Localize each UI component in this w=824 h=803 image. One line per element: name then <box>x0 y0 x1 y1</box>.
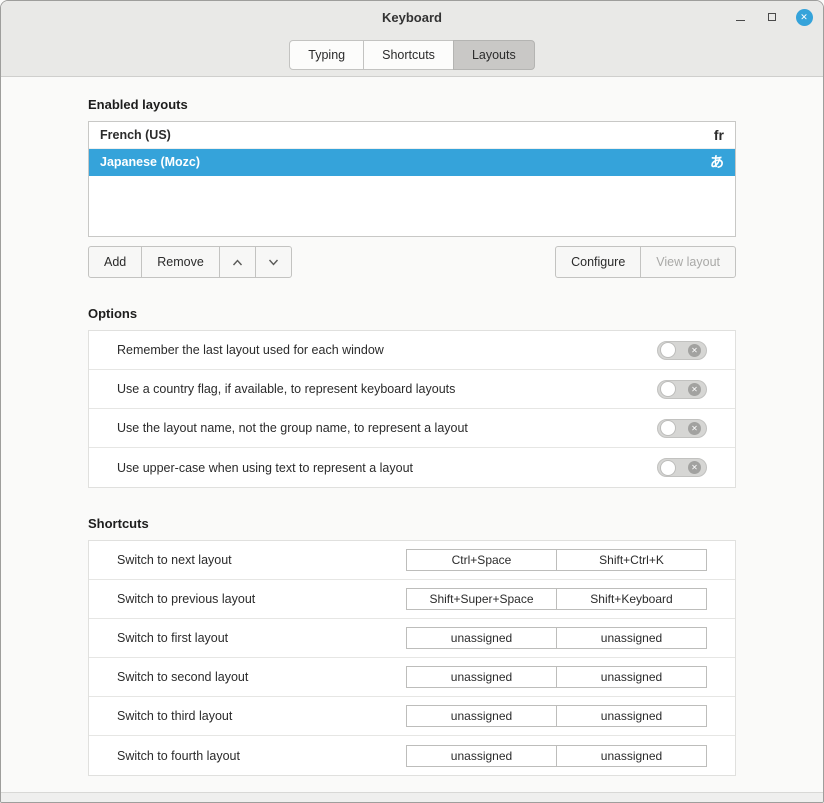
enabled-layouts-heading: Enabled layouts <box>88 97 736 112</box>
toggle-knob <box>660 420 676 436</box>
option-row-layout-name: Use the layout name, not the group name,… <box>89 409 735 448</box>
option-row-remember-layout: Remember the last layout used for each w… <box>89 331 735 370</box>
view-layout-button[interactable]: View layout <box>640 246 736 278</box>
layout-name: French (US) <box>100 128 171 142</box>
option-row-country-flag: Use a country flag, if available, to rep… <box>89 370 735 409</box>
minimize-button[interactable] <box>731 8 749 26</box>
window-bottom-edge <box>1 792 823 802</box>
add-button[interactable]: Add <box>88 246 142 278</box>
toggle-country-flag[interactable]: ✕ <box>657 380 707 399</box>
keybind-group: unassigned unassigned <box>406 666 707 688</box>
titlebar[interactable]: Keyboard ✕ <box>1 1 823 33</box>
maximize-icon <box>768 13 776 21</box>
keybind-button[interactable]: unassigned <box>406 627 557 649</box>
toggle-remember-layout[interactable]: ✕ <box>657 341 707 360</box>
close-button[interactable]: ✕ <box>795 8 813 26</box>
keybind-button[interactable]: unassigned <box>406 705 557 727</box>
shortcut-row-second-layout: Switch to second layout unassigned unass… <box>89 658 735 697</box>
window-title: Keyboard <box>382 10 442 25</box>
layout-action-buttons: Configure View layout <box>555 246 736 278</box>
toggle-off-icon: ✕ <box>688 422 701 435</box>
keybind-button[interactable]: Ctrl+Space <box>406 549 557 571</box>
keybind-button[interactable]: unassigned <box>556 705 707 727</box>
layout-badge-fr: fr <box>714 127 724 143</box>
toggle-off-icon: ✕ <box>688 383 701 396</box>
shortcut-label: Switch to next layout <box>117 553 232 567</box>
chevron-up-icon <box>231 258 244 267</box>
keybind-button[interactable]: unassigned <box>406 666 557 688</box>
toggle-upper-case[interactable]: ✕ <box>657 458 707 477</box>
enabled-layouts-list[interactable]: French (US) fr Japanese (Mozc) あ <box>88 121 736 237</box>
shortcut-row-first-layout: Switch to first layout unassigned unassi… <box>89 619 735 658</box>
keybind-button[interactable]: unassigned <box>556 666 707 688</box>
close-icon: ✕ <box>796 9 813 26</box>
keybind-button[interactable]: unassigned <box>556 627 707 649</box>
keybind-group: unassigned unassigned <box>406 627 707 649</box>
shortcuts-panel: Switch to next layout Ctrl+Space Shift+C… <box>88 540 736 776</box>
move-up-button[interactable] <box>219 246 256 278</box>
minimize-icon <box>736 20 745 21</box>
shortcut-label: Switch to first layout <box>117 631 228 645</box>
keybind-button[interactable]: Shift+Keyboard <box>556 588 707 610</box>
toggle-knob <box>660 460 676 476</box>
layouts-page: Enabled layouts French (US) fr Japanese … <box>1 77 823 792</box>
tab-typing[interactable]: Typing <box>289 40 364 70</box>
keyboard-settings-window: Keyboard ✕ Typing Shortcuts Layouts Enab… <box>0 0 824 803</box>
window-controls: ✕ <box>731 1 813 33</box>
tab-bar: Typing Shortcuts Layouts <box>1 33 823 77</box>
options-panel: Remember the last layout used for each w… <box>88 330 736 488</box>
tab-group: Typing Shortcuts Layouts <box>289 40 534 70</box>
move-down-button[interactable] <box>255 246 292 278</box>
keybind-button[interactable]: Shift+Super+Space <box>406 588 557 610</box>
list-actions: Add Remove Configure View layout <box>88 246 736 278</box>
option-label: Use a country flag, if available, to rep… <box>117 382 455 396</box>
keybind-button[interactable]: Shift+Ctrl+K <box>556 549 707 571</box>
keybind-button[interactable]: unassigned <box>406 745 557 767</box>
toggle-off-icon: ✕ <box>688 461 701 474</box>
list-item-french[interactable]: French (US) fr <box>89 122 735 149</box>
shortcuts-heading: Shortcuts <box>88 516 736 531</box>
chevron-down-icon <box>267 258 280 267</box>
tab-layouts[interactable]: Layouts <box>453 40 535 70</box>
list-item-japanese[interactable]: Japanese (Mozc) あ <box>89 149 735 176</box>
shortcut-row-next-layout: Switch to next layout Ctrl+Space Shift+C… <box>89 541 735 580</box>
option-row-upper-case: Use upper-case when using text to repres… <box>89 448 735 487</box>
shortcut-label: Switch to third layout <box>117 709 232 723</box>
edit-buttons: Add Remove <box>88 246 292 278</box>
remove-button[interactable]: Remove <box>141 246 220 278</box>
shortcut-label: Switch to second layout <box>117 670 248 684</box>
toggle-off-icon: ✕ <box>688 344 701 357</box>
shortcut-label: Switch to fourth layout <box>117 749 240 763</box>
keybind-group: Shift+Super+Space Shift+Keyboard <box>406 588 707 610</box>
layout-badge-ja: あ <box>710 152 724 172</box>
keybind-button[interactable]: unassigned <box>556 745 707 767</box>
toggle-knob <box>660 342 676 358</box>
shortcut-row-third-layout: Switch to third layout unassigned unassi… <box>89 697 735 736</box>
configure-button[interactable]: Configure <box>555 246 641 278</box>
shortcut-row-fourth-layout: Switch to fourth layout unassigned unass… <box>89 736 735 775</box>
option-label: Use upper-case when using text to repres… <box>117 461 413 475</box>
shortcut-label: Switch to previous layout <box>117 592 255 606</box>
shortcut-row-previous-layout: Switch to previous layout Shift+Super+Sp… <box>89 580 735 619</box>
toggle-layout-name[interactable]: ✕ <box>657 419 707 438</box>
layout-name: Japanese (Mozc) <box>100 155 200 169</box>
maximize-button[interactable] <box>763 8 781 26</box>
options-heading: Options <box>88 306 736 321</box>
option-label: Remember the last layout used for each w… <box>117 343 384 357</box>
option-label: Use the layout name, not the group name,… <box>117 421 468 435</box>
keybind-group: Ctrl+Space Shift+Ctrl+K <box>406 549 707 571</box>
keybind-group: unassigned unassigned <box>406 705 707 727</box>
keybind-group: unassigned unassigned <box>406 745 707 767</box>
tab-shortcuts[interactable]: Shortcuts <box>363 40 454 70</box>
toggle-knob <box>660 381 676 397</box>
